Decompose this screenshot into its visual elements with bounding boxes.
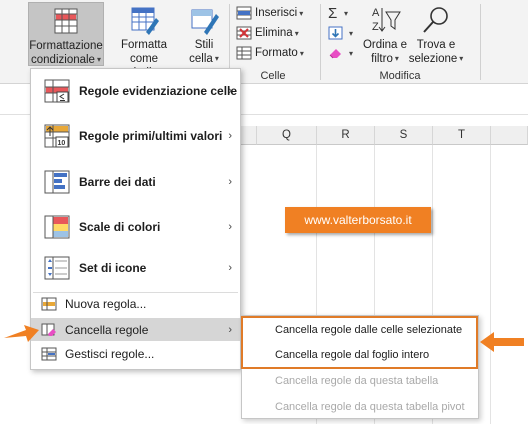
watermark-badge: www.valterborsato.it: [285, 207, 431, 233]
menu-label-icon-sets: Set di icone: [79, 261, 147, 275]
chevron-down-icon: ▾: [459, 54, 464, 63]
manage-rules-icon: [41, 346, 57, 362]
submenu-item-clear-table: Cancella regole da questa tabella: [275, 375, 439, 387]
menu-item-new-rule[interactable]: Nuova regola...: [31, 293, 240, 315]
menu-label-color-scales: Scale di colori: [79, 220, 161, 234]
delete-cells-icon: [236, 26, 252, 40]
column-header-t[interactable]: T: [433, 126, 491, 145]
fill-button[interactable]: ▾: [328, 24, 353, 42]
submenu-arrow-icon: ›: [228, 176, 232, 188]
submenu-item-clear-pivot: Cancella regole da questa tabella pivot: [275, 401, 465, 413]
format-as-table-label-1: Formatta come: [120, 39, 167, 65]
ribbon-separator: [320, 4, 321, 80]
search-icon: [420, 4, 452, 36]
sort-letter-a: A: [372, 7, 380, 19]
clear-rules-icon: [41, 322, 57, 338]
sort-filter-label-2: filtro: [371, 53, 393, 65]
grid-line: [490, 145, 491, 424]
insert-cells-icon: [236, 6, 252, 20]
cell-styles-label-1: Stili: [194, 39, 214, 51]
top-bottom-icon-digits: 10: [58, 140, 66, 147]
editing-group-label: Modifica: [379, 70, 421, 82]
conditional-formatting-menu: Regole evidenziazione celle › 10 Regole …: [30, 68, 241, 370]
submenu-arrow-icon: ›: [228, 323, 232, 336]
conditional-formatting-label-1: Formattazione: [29, 40, 103, 52]
new-rule-icon: [41, 296, 57, 312]
menu-item-clear-rules[interactable]: Cancella regole ›: [31, 318, 240, 341]
icon-sets-icon: [43, 254, 71, 282]
column-header[interactable]: [241, 126, 257, 145]
chevron-down-icon: ▾: [394, 54, 399, 63]
menu-label-new-rule: Nuova regola...: [65, 297, 147, 311]
eraser-icon: [328, 46, 344, 60]
conditional-formatting-icon: [50, 5, 82, 37]
cell-styles-label-2: cella: [189, 53, 213, 65]
column-header-s[interactable]: S: [375, 126, 433, 145]
menu-item-manage-rules[interactable]: Gestisci regole...: [31, 343, 240, 365]
format-label: Formato: [255, 47, 298, 59]
cell-styles-button[interactable]: Stili cella ▾: [184, 2, 224, 66]
insert-button[interactable]: Inserisci ▾: [236, 4, 303, 22]
chevron-down-icon: ▾: [214, 54, 219, 63]
sort-filter-icon: A Z: [369, 4, 401, 36]
submenu-arrow-icon: ›: [228, 262, 232, 274]
chevron-down-icon: ▾: [344, 8, 349, 18]
chevron-down-icon: ▾: [349, 28, 354, 38]
conditional-formatting-label-2: condizionale: [31, 54, 95, 66]
autosum-icon: Σ: [328, 4, 338, 22]
clear-button[interactable]: ▾: [328, 44, 353, 62]
delete-button[interactable]: Elimina ▾: [236, 24, 299, 42]
menu-label-manage-rules: Gestisci regole...: [65, 347, 155, 361]
highlight-cells-rules-icon: [43, 77, 71, 105]
column-header-q[interactable]: Q: [257, 126, 317, 145]
autosum-button[interactable]: Σ ▾: [328, 4, 348, 22]
color-scales-icon: [43, 213, 71, 241]
sort-filter-button[interactable]: A Z Ordina e filtro ▾: [362, 2, 408, 66]
highlight-frame: [241, 316, 478, 369]
menu-label-top-bottom-rules: Regole primi/ultimi valori: [79, 129, 223, 143]
pointer-arrow-left-icon: [480, 332, 524, 352]
cells-group-label: Celle: [260, 70, 286, 82]
format-cells-icon: [236, 46, 252, 60]
insert-label: Inserisci: [255, 7, 298, 19]
menu-item-highlight-rules[interactable]: Regole evidenziazione celle ›: [31, 71, 240, 111]
cell-styles-icon: [188, 4, 220, 36]
top-bottom-rules-icon: 10: [43, 122, 71, 150]
ribbon-separator: [480, 4, 481, 80]
menu-item-top-bottom-rules[interactable]: 10 Regole primi/ultimi valori ›: [31, 116, 240, 156]
menu-label-data-bars: Barre dei dati: [79, 175, 156, 189]
menu-item-icon-sets[interactable]: Set di icone ›: [31, 248, 240, 288]
chevron-down-icon: ▾: [299, 48, 304, 58]
chevron-down-icon: ▾: [294, 28, 299, 38]
chevron-down-icon: ▾: [96, 55, 101, 64]
column-header-r[interactable]: R: [317, 126, 375, 145]
chevron-down-icon: ▾: [299, 8, 304, 18]
sort-letter-z: Z: [372, 21, 379, 33]
fill-down-icon: [328, 26, 344, 40]
format-button[interactable]: Formato ▾: [236, 44, 304, 62]
submenu-arrow-icon: ›: [228, 130, 232, 142]
find-select-label-2: selezione: [408, 53, 458, 65]
format-as-table-icon: [128, 4, 160, 36]
column-header[interactable]: [491, 126, 528, 145]
format-as-table-button[interactable]: Formatta come tabella▾: [106, 2, 182, 79]
find-select-label-1: Trova e: [416, 39, 456, 51]
chevron-down-icon: ▾: [349, 48, 354, 58]
submenu-arrow-icon: ›: [228, 221, 232, 233]
menu-label-highlight-rules: Regole evidenziazione celle: [79, 84, 238, 98]
menu-item-color-scales[interactable]: Scale di colori ›: [31, 207, 240, 247]
menu-item-data-bars[interactable]: Barre dei dati ›: [31, 162, 240, 202]
menu-label-clear-rules: Cancella regole: [65, 322, 149, 337]
submenu-arrow-icon: ›: [228, 85, 232, 97]
sort-filter-label-1: Ordina e: [362, 39, 408, 51]
delete-label: Elimina: [255, 27, 293, 39]
data-bars-icon: [43, 168, 71, 196]
conditional-formatting-button[interactable]: Formattazione condizionale ▾: [28, 2, 104, 66]
pointer-arrow-right-icon: [4, 325, 39, 342]
find-select-button[interactable]: Trova e selezione ▾: [408, 2, 464, 66]
